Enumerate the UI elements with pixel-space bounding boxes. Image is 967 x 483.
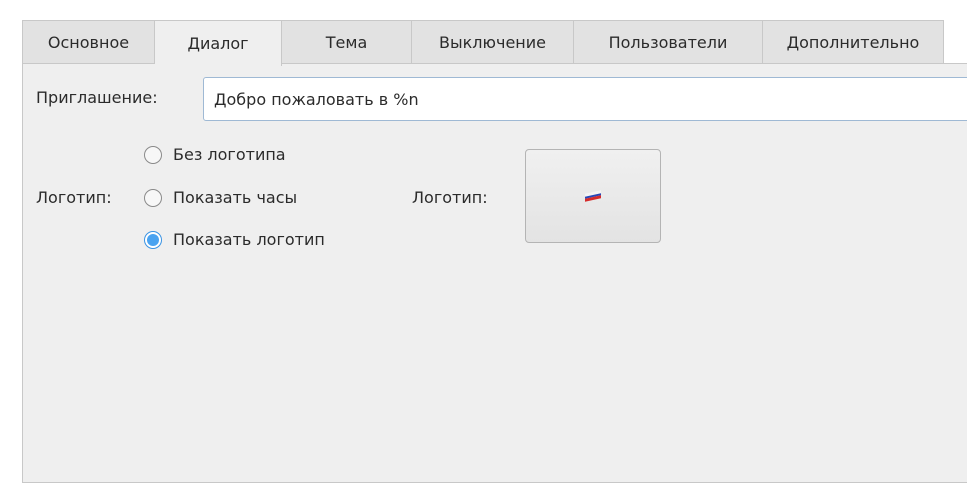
dialog-settings-window: Основное Диалог Тема Выключение Пользова… [0, 0, 967, 483]
greeting-input[interactable] [203, 77, 967, 121]
greeting-label: Приглашение: [36, 88, 158, 107]
radio-no-logo-label: Без логотипа [173, 145, 286, 164]
radio-button-unchecked[interactable] [144, 188, 162, 207]
tab-panel-dialog: Приглашение: Логотип: Без логотипа Показ… [22, 63, 967, 483]
radio-show-logo[interactable]: Показать логотип [144, 230, 325, 249]
tab-advanced[interactable]: Дополнительно [763, 21, 943, 64]
radio-button-checked[interactable] [144, 230, 162, 249]
russian-flag-icon [585, 190, 601, 202]
tab-dialog[interactable]: Диалог [155, 21, 282, 66]
radio-show-clock[interactable]: Показать часы [144, 188, 297, 207]
tab-shutdown[interactable]: Выключение [412, 21, 574, 64]
radio-button-unchecked[interactable] [144, 145, 162, 164]
tab-basic[interactable]: Основное [23, 21, 155, 64]
logo-picker-label: Логотип: [412, 188, 488, 207]
radio-show-logo-label: Показать логотип [173, 230, 325, 249]
radio-no-logo[interactable]: Без логотипа [144, 145, 286, 164]
radio-show-clock-label: Показать часы [173, 188, 298, 207]
tab-bar: Основное Диалог Тема Выключение Пользова… [22, 20, 944, 66]
tab-theme[interactable]: Тема [282, 21, 412, 64]
tab-users[interactable]: Пользователи [574, 21, 763, 64]
logo-mode-label: Логотип: [36, 188, 112, 207]
logo-select-button[interactable] [525, 149, 661, 243]
